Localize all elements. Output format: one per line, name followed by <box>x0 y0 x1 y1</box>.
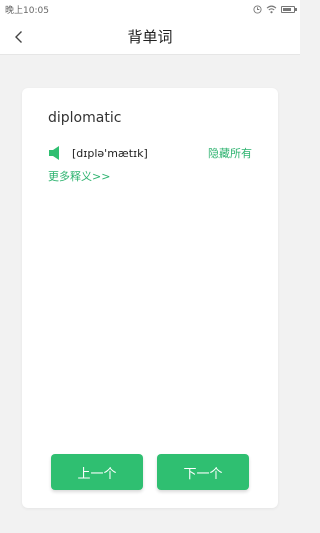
more-definitions-link[interactable]: 更多释义>> <box>48 168 110 184</box>
next-button[interactable]: 下一个 <box>157 454 249 490</box>
phonetic-text: [dɪplə'mætɪk] <box>72 146 148 160</box>
previous-button[interactable]: 上一个 <box>51 454 143 490</box>
title-bar: 背单词 <box>0 18 300 55</box>
clock-icon <box>253 4 262 14</box>
speaker-icon[interactable] <box>48 145 64 161</box>
phonetic-row: [dɪplə'mætɪk] 隐藏所有 <box>48 144 252 162</box>
word-text: diplomatic <box>48 110 122 126</box>
page-title: 背单词 <box>127 27 173 46</box>
word-card: diplomatic [dɪplə'mætɪk] 隐藏所有 更多释义>> 上一个… <box>22 88 278 508</box>
status-bar: 晚上10:05 <box>0 0 300 18</box>
status-time: 晚上10:05 <box>5 5 49 16</box>
status-icons <box>253 4 297 14</box>
hide-all-link[interactable]: 隐藏所有 <box>208 145 252 161</box>
wifi-icon <box>266 5 277 13</box>
chevron-left-icon[interactable] <box>8 26 30 48</box>
battery-icon <box>281 5 297 13</box>
